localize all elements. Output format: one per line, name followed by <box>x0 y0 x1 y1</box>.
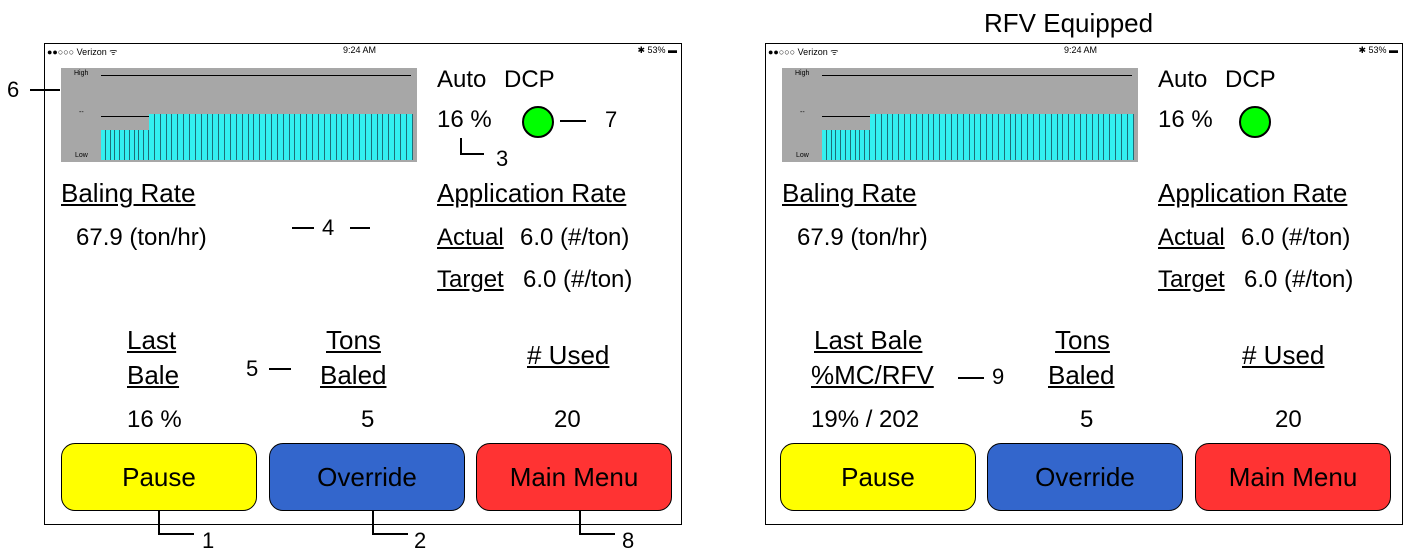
application-rate-label: Application Rate <box>437 178 627 208</box>
callout-8-leader-h <box>579 533 615 535</box>
graph-low-label: Low <box>796 152 809 159</box>
main-menu-button[interactable]: Main Menu <box>476 443 672 511</box>
callout-2: 2 <box>414 528 427 553</box>
battery-label: ✱ 53% ▬ <box>1358 45 1398 55</box>
actual-value: 6.0 (#/ton) <box>520 224 630 251</box>
graph-low-label: Low <box>75 152 88 159</box>
status-bar: ●●○○○ Verizon ᯤ 9:24 AM ✱ 53% ▬ <box>45 44 681 57</box>
last-bale-label-line2: %MC/RFV <box>811 360 934 390</box>
baling-rate-value: 67.9 (ton/hr) <box>76 224 207 251</box>
carrier-label: ●●○○○ Verizon ᯤ <box>47 47 118 57</box>
dcp-label: DCP <box>504 66 555 93</box>
callout-1-leader-h <box>158 533 194 535</box>
tons-baled-label-line1: Tons <box>1055 325 1110 355</box>
graph-target-line <box>101 116 149 117</box>
last-bale-label-line1: Last <box>127 325 177 355</box>
callout-8: 8 <box>622 528 635 553</box>
actual-label: Actual <box>1158 224 1225 251</box>
graph-high-line <box>101 75 411 76</box>
callout-9: 9 <box>992 364 1005 389</box>
clock-label: 9:24 AM <box>343 45 377 55</box>
graph-bars-low <box>822 130 870 160</box>
application-rate-label: Application Rate <box>1158 178 1348 208</box>
graph-high-line <box>822 75 1132 76</box>
last-bale-value: 16 % <box>127 406 182 433</box>
tons-baled-value: 5 <box>1080 406 1094 433</box>
moisture-percent: 16 % <box>437 106 492 133</box>
callout-6-leader <box>30 89 60 91</box>
auto-label: Auto <box>1158 66 1208 93</box>
dcp-label: DCP <box>1225 66 1276 93</box>
callout-1: 1 <box>202 528 215 553</box>
tons-baled-label-line2: Baled <box>1048 360 1115 390</box>
graph-high-label: High <box>74 70 89 77</box>
graph-bars-high <box>870 114 1134 160</box>
target-value: 6.0 (#/ton) <box>523 266 633 293</box>
tons-baled-label-line1: Tons <box>326 325 381 355</box>
callout-7-leader <box>560 120 586 122</box>
battery-label: ✱ 53% ▬ <box>637 45 677 55</box>
moisture-percent: 16 % <box>1158 106 1213 133</box>
graph-mid-label: -- <box>800 109 805 116</box>
rfv-caption: RFV Equipped <box>984 8 1154 38</box>
target-label: Target <box>437 266 504 293</box>
screen-standard: ●●○○○ Verizon ᯤ 9:24 AM ✱ 53% ▬ High -- … <box>44 43 682 525</box>
callout-5: 5 <box>246 356 259 381</box>
status-bar: ●●○○○ Verizon ᯤ 9:24 AM ✱ 53% ▬ <box>766 44 1402 57</box>
callout-5-leader <box>269 368 291 370</box>
used-label: # Used <box>527 340 610 370</box>
callout-4-leader-right <box>350 227 370 229</box>
callout-3-leader-v <box>460 138 462 154</box>
baling-rate-label: Baling Rate <box>782 178 917 208</box>
callout-9-leader <box>958 377 984 379</box>
pause-button[interactable]: Pause <box>61 443 257 511</box>
callout-3: 3 <box>496 146 509 171</box>
graph-bars-high <box>149 114 413 160</box>
baling-rate-value: 67.9 (ton/hr) <box>797 224 928 251</box>
override-button[interactable]: Override <box>987 443 1183 511</box>
graph-bars-low <box>101 130 149 160</box>
moisture-graph: High -- Low <box>61 68 417 162</box>
callout-6: 6 <box>7 77 20 102</box>
callout-7: 7 <box>605 107 618 132</box>
target-label: Target <box>1158 266 1225 293</box>
last-bale-label-line2: Bale <box>127 360 180 390</box>
graph-high-label: High <box>795 70 810 77</box>
last-bale-label-line1: Last Bale <box>814 325 923 355</box>
pause-button[interactable]: Pause <box>780 443 976 511</box>
callout-2-leader-v <box>372 510 374 534</box>
carrier-label: ●●○○○ Verizon ᯤ <box>768 47 839 57</box>
auto-label: Auto <box>437 66 487 93</box>
main-menu-button[interactable]: Main Menu <box>1195 443 1391 511</box>
last-bale-value: 19% / 202 <box>811 406 920 433</box>
graph-mid-label: -- <box>79 109 84 116</box>
override-button[interactable]: Override <box>269 443 465 511</box>
tons-baled-label-line2: Baled <box>320 360 387 390</box>
status-indicator <box>1239 106 1271 138</box>
used-value: 20 <box>1275 406 1302 433</box>
target-value: 6.0 (#/ton) <box>1244 266 1354 293</box>
tons-baled-value: 5 <box>361 406 375 433</box>
callout-2-leader-h <box>372 533 408 535</box>
callout-1-leader-v <box>158 510 160 534</box>
used-value: 20 <box>554 406 581 433</box>
moisture-graph: High -- Low <box>782 68 1138 162</box>
graph-target-line <box>822 116 870 117</box>
callout-3-leader-h <box>460 153 484 155</box>
screen-rfv: ●●○○○ Verizon ᯤ 9:24 AM ✱ 53% ▬ High -- … <box>765 43 1403 525</box>
actual-label: Actual <box>437 224 504 251</box>
callout-4-leader-left <box>292 227 314 229</box>
callout-8-leader-v <box>579 510 581 534</box>
clock-label: 9:24 AM <box>1064 45 1098 55</box>
callout-4: 4 <box>322 215 335 240</box>
used-label: # Used <box>1242 340 1325 370</box>
baling-rate-label: Baling Rate <box>61 178 196 208</box>
actual-value: 6.0 (#/ton) <box>1241 224 1351 251</box>
status-indicator <box>522 106 554 138</box>
